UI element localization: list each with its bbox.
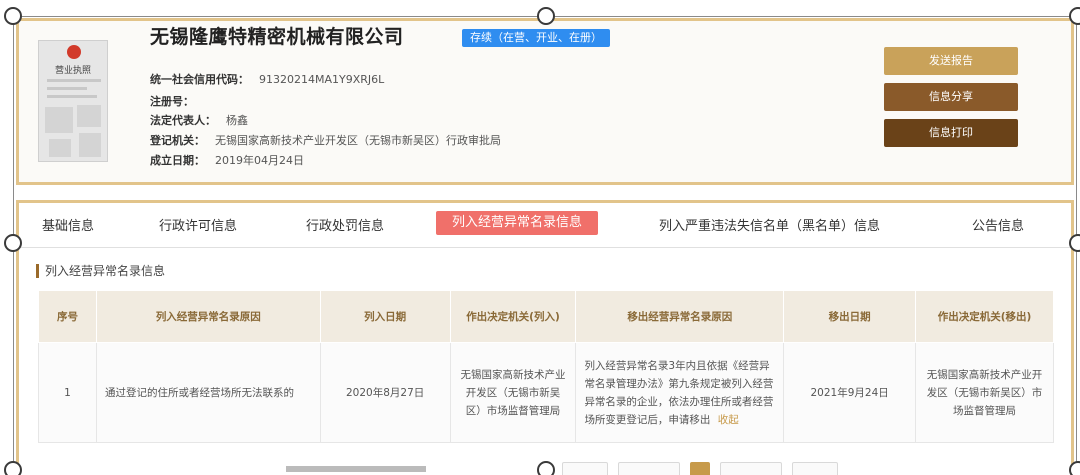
pager-current[interactable] [690, 462, 710, 475]
info-founded-date: 成立日期： 2019年04月24日 [150, 154, 304, 167]
cell-reason-out: 列入经营异常名录3年内且依据《经营异常名录管理办法》第九条规定被列入经营异常名录… [575, 342, 785, 443]
cell-org-in: 无锡国家高新技术产业开发区（无锡市新吴区）市场监督管理局 [449, 342, 577, 443]
tab-abnormal-list[interactable]: 列入经营异常名录信息 [436, 211, 599, 235]
resize-handle[interactable] [4, 461, 22, 475]
pager-button[interactable] [720, 462, 782, 475]
resize-handle[interactable] [4, 234, 22, 252]
col-header-org-in: 作出决定机关(列入) [449, 290, 577, 343]
abnormal-list-table: 序号 列入经营异常名录原因 列入日期 作出决定机关(列入) 移出经营异常名录原因… [38, 290, 1054, 443]
info-reg-number: 注册号： [150, 95, 194, 108]
cell-no: 1 [38, 342, 97, 443]
table-header-row: 序号 列入经营异常名录原因 列入日期 作出决定机关(列入) 移出经营异常名录原因… [38, 290, 1054, 343]
resize-handle[interactable] [1069, 461, 1080, 475]
tab-admin-license[interactable]: 行政许可信息 [159, 215, 237, 234]
resize-handle[interactable] [1069, 7, 1080, 25]
reason-out-text: 列入经营异常名录3年内且依据《经营异常名录管理办法》第九条规定被列入经营异常名录… [584, 359, 774, 426]
collapse-link[interactable]: 收起 [718, 414, 739, 426]
resize-handle[interactable] [4, 7, 22, 25]
resize-handle[interactable] [537, 7, 555, 25]
status-badge: 存续（在营、开业、在册） [462, 29, 610, 47]
table-row: 1 通过登记的住所或者经营场所无法联系的 2020年8月27日 无锡国家高新技术… [38, 342, 1054, 443]
pager-button[interactable] [618, 462, 680, 475]
license-blur-block [79, 133, 101, 157]
resize-handle[interactable] [1069, 234, 1080, 252]
cell-org-out: 无锡国家高新技术产业开发区（无锡市新吴区）市场监督管理局 [915, 342, 1054, 443]
cell-date-in: 2020年8月27日 [319, 342, 451, 443]
cell-reason-in: 通过登记的住所或者经营场所无法联系的 [95, 342, 321, 443]
pager-button[interactable] [792, 462, 838, 475]
pager-button[interactable] [562, 462, 608, 475]
license-title: 营业执照 [54, 66, 91, 76]
license-line [47, 95, 97, 98]
info-legal-rep: 法定代表人： 杨鑫 [150, 114, 248, 127]
info-reg-authority: 登记机关： 无锡国家高新技术产业开发区（无锡市新吴区）行政审批局 [150, 134, 501, 147]
resize-handle[interactable] [537, 461, 555, 475]
share-info-button[interactable]: 信息分享 [884, 83, 1018, 111]
section-title: 列入经营异常名录信息 [36, 264, 165, 278]
col-header-org-out: 作出决定机关(移出) [915, 290, 1054, 343]
license-blur-block [49, 139, 71, 157]
tab-admin-penalty[interactable]: 行政处罚信息 [306, 215, 384, 234]
tab-blacklist[interactable]: 列入严重违法失信名单（黑名单）信息 [659, 215, 880, 234]
col-header-date-in: 列入日期 [319, 290, 451, 343]
license-blur-block [77, 105, 101, 127]
tab-announcements[interactable]: 公告信息 [972, 215, 1024, 234]
license-line [47, 79, 101, 82]
cell-date-out: 2021年9月24日 [783, 342, 917, 443]
company-name: 无锡隆鹰特精密机械有限公司 [150, 26, 404, 48]
col-header-reason-out: 移出经营异常名录原因 [575, 290, 785, 343]
national-emblem-icon [67, 45, 81, 59]
tab-basic-info[interactable]: 基础信息 [42, 215, 94, 234]
info-credit-code: 统一社会信用代码： 91320214MA1Y9XRJ6L [150, 73, 385, 86]
license-line [47, 87, 87, 90]
bottom-text [286, 466, 426, 472]
print-info-button[interactable]: 信息打印 [884, 119, 1018, 147]
col-header-date-out: 移出日期 [783, 290, 917, 343]
send-report-button[interactable]: 发送报告 [884, 47, 1018, 75]
col-header-reason-in: 列入经营异常名录原因 [95, 290, 321, 343]
license-blur-block [45, 107, 73, 133]
license-thumbnail[interactable]: 营业执照 [38, 40, 108, 162]
col-header-no: 序号 [38, 290, 97, 343]
